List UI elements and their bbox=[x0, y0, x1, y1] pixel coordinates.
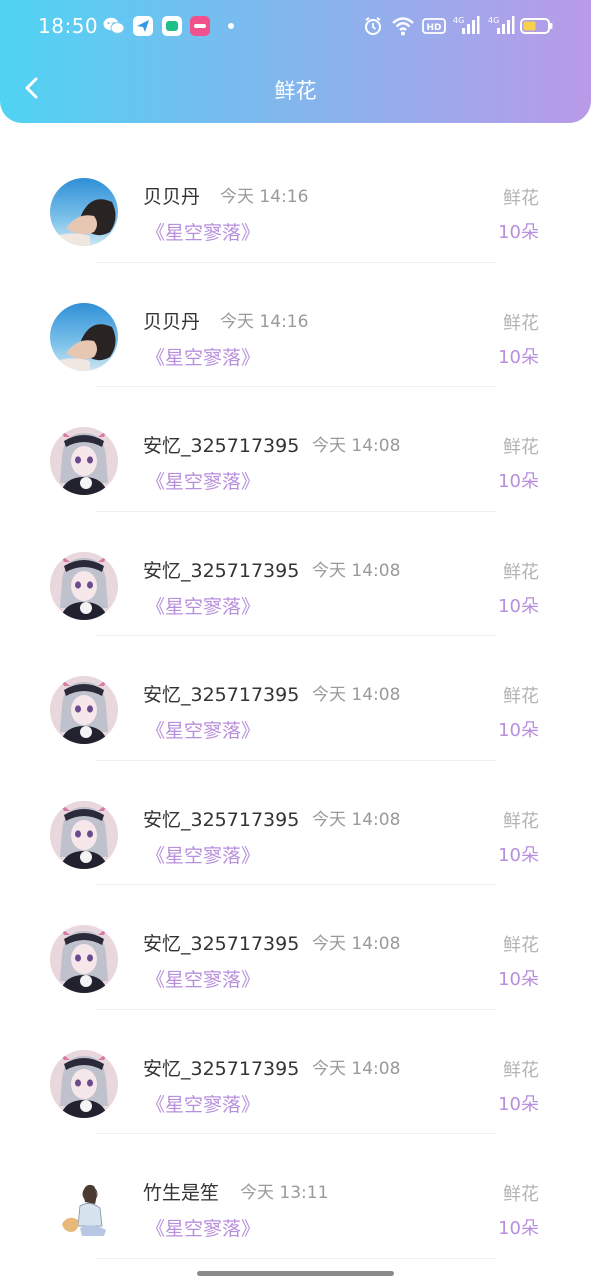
record-time: 今天 13:11 bbox=[240, 1183, 329, 1203]
page-title: 鲜花 bbox=[274, 79, 317, 103]
notification-dot bbox=[228, 23, 234, 29]
network-label-2: 4G bbox=[488, 16, 499, 25]
record-time: 今天 14:16 bbox=[220, 187, 309, 207]
book-title-link[interactable]: 《星空寥落》 bbox=[146, 841, 260, 868]
record-time: 今天 14:16 bbox=[220, 311, 309, 332]
gift-type-label: 鲜花 bbox=[503, 561, 539, 583]
user-name[interactable]: 竹生是笙 bbox=[143, 1178, 219, 1205]
flower-record-list: 贝贝丹 今天 14:16 《星空寥落》 鲜花 10朵 贝贝丹 今天 14:16 《星空寥落》鲜… bbox=[0, 138, 591, 1259]
gift-count: 10朵 bbox=[498, 720, 539, 741]
gift-count: 10朵 bbox=[498, 346, 539, 368]
user-name[interactable]: 贝贝丹 bbox=[143, 307, 200, 334]
list-item[interactable]: 安忆_325717395 今天 14:08 《星空寥落》 鲜花 10朵 bbox=[0, 387, 591, 512]
record-time: 今天 14:08 bbox=[312, 560, 401, 581]
avatar[interactable] bbox=[50, 178, 118, 246]
record-time: 今天 14:08 bbox=[312, 436, 401, 456]
avatar[interactable] bbox=[50, 676, 118, 744]
avatar[interactable] bbox=[50, 551, 118, 620]
gift-count: 10朵 bbox=[498, 222, 539, 243]
gift-type-label: 鲜花 bbox=[503, 437, 539, 458]
list-item[interactable]: 安忆_325717395 今天 14:08 《星空寥落》 鲜花 10朵 bbox=[0, 1010, 591, 1134]
signal-4g-icon-2: 4G bbox=[487, 14, 515, 38]
navigation-bar: 鲜花 bbox=[0, 60, 591, 120]
chat-app-icon bbox=[162, 16, 182, 36]
gift-type-label: 鲜花 bbox=[503, 810, 539, 832]
avatar[interactable] bbox=[50, 800, 118, 869]
user-name[interactable]: 安忆_325717395 bbox=[143, 556, 299, 583]
network-label: 4G bbox=[453, 16, 464, 25]
list-item[interactable]: 安忆_325717395 今天 14:08 《星空寥落》 鲜花 10朵 bbox=[0, 636, 591, 761]
book-title-link[interactable]: 《星空寥落》 bbox=[146, 467, 260, 494]
hd-label: HD bbox=[426, 23, 441, 33]
user-name[interactable]: 安忆_325717395 bbox=[143, 431, 299, 458]
wifi-icon bbox=[391, 14, 415, 38]
gift-type-label: 鲜花 bbox=[503, 188, 539, 209]
signal-4g-icon: 4G bbox=[452, 14, 480, 38]
gift-type-label: 鲜花 bbox=[503, 312, 539, 334]
gift-type-label: 鲜花 bbox=[503, 1059, 539, 1081]
book-title-link[interactable]: 《星空寥落》 bbox=[146, 592, 260, 619]
user-name[interactable]: 安忆_325717395 bbox=[143, 805, 299, 832]
list-item[interactable]: 贝贝丹 今天 14:16 《星空寥落》 鲜花 10朵 bbox=[0, 138, 591, 263]
avatar[interactable] bbox=[50, 427, 118, 495]
book-title-link[interactable]: 《星空寥落》 bbox=[146, 218, 260, 245]
book-title-link[interactable]: 《星空寥落》 bbox=[146, 1214, 260, 1241]
book-title-link[interactable]: 《星空寥落》 bbox=[146, 716, 260, 743]
user-name[interactable]: 安忆_325717395 bbox=[143, 680, 299, 707]
record-time: 今天 14:08 bbox=[312, 1058, 401, 1079]
book-title-link[interactable]: 《星空寥落》 bbox=[146, 343, 260, 370]
user-name[interactable]: 安忆_325717395 bbox=[143, 1054, 299, 1081]
gift-count: 10朵 bbox=[498, 1093, 539, 1115]
record-time: 今天 14:08 bbox=[312, 934, 401, 954]
list-item[interactable]: 安忆_325717395 今天 14:08 《星空寥落》 鲜花 10朵 bbox=[0, 512, 591, 636]
gift-count: 10朵 bbox=[498, 844, 539, 866]
battery-icon bbox=[520, 14, 554, 38]
gift-count: 10朵 bbox=[498, 969, 539, 990]
status-bar: 18:50 HD 4G 4G bbox=[0, 0, 591, 52]
status-time: 18:50 bbox=[38, 14, 99, 38]
user-name[interactable]: 安忆_325717395 bbox=[143, 929, 299, 956]
home-indicator[interactable] bbox=[197, 1271, 394, 1276]
alarm-icon bbox=[363, 14, 383, 38]
list-item[interactable]: 安忆_325717395 今天 14:08 《星空寥落》 鲜花 10朵 bbox=[0, 885, 591, 1010]
record-time: 今天 14:08 bbox=[312, 685, 401, 705]
divider bbox=[95, 1257, 496, 1259]
list-item[interactable]: 安忆_325717395 今天 14:08 《星空寥落》 鲜花 10朵 bbox=[0, 761, 591, 885]
user-name[interactable]: 贝贝丹 bbox=[143, 182, 200, 209]
record-time: 今天 14:08 bbox=[312, 809, 401, 830]
list-item[interactable]: 贝贝丹 今天 14:16 《星空寥落》 鲜花 10朵 bbox=[0, 263, 591, 387]
list-item[interactable]: 竹生是笙 今天 13:11 《星空寥落》 鲜花 10朵 bbox=[0, 1134, 591, 1259]
avatar[interactable] bbox=[50, 925, 118, 993]
gift-count: 10朵 bbox=[498, 471, 539, 492]
header-background: 18:50 HD 4G 4G 鲜花 bbox=[0, 0, 591, 123]
gift-count: 10朵 bbox=[498, 1218, 539, 1239]
wechat-icon bbox=[103, 16, 125, 36]
gift-count: 10朵 bbox=[498, 595, 539, 617]
gift-type-label: 鲜花 bbox=[503, 1184, 539, 1205]
book-title-link[interactable]: 《星空寥落》 bbox=[146, 965, 260, 992]
lala-app-icon bbox=[190, 16, 210, 36]
paper-plane-icon bbox=[133, 16, 153, 36]
gift-type-label: 鲜花 bbox=[503, 686, 539, 707]
avatar[interactable] bbox=[50, 1049, 118, 1118]
book-title-link[interactable]: 《星空寥落》 bbox=[146, 1090, 260, 1117]
avatar[interactable] bbox=[50, 1174, 118, 1242]
hd-icon: HD bbox=[422, 14, 446, 38]
gift-type-label: 鲜花 bbox=[503, 935, 539, 956]
avatar[interactable] bbox=[50, 302, 118, 371]
